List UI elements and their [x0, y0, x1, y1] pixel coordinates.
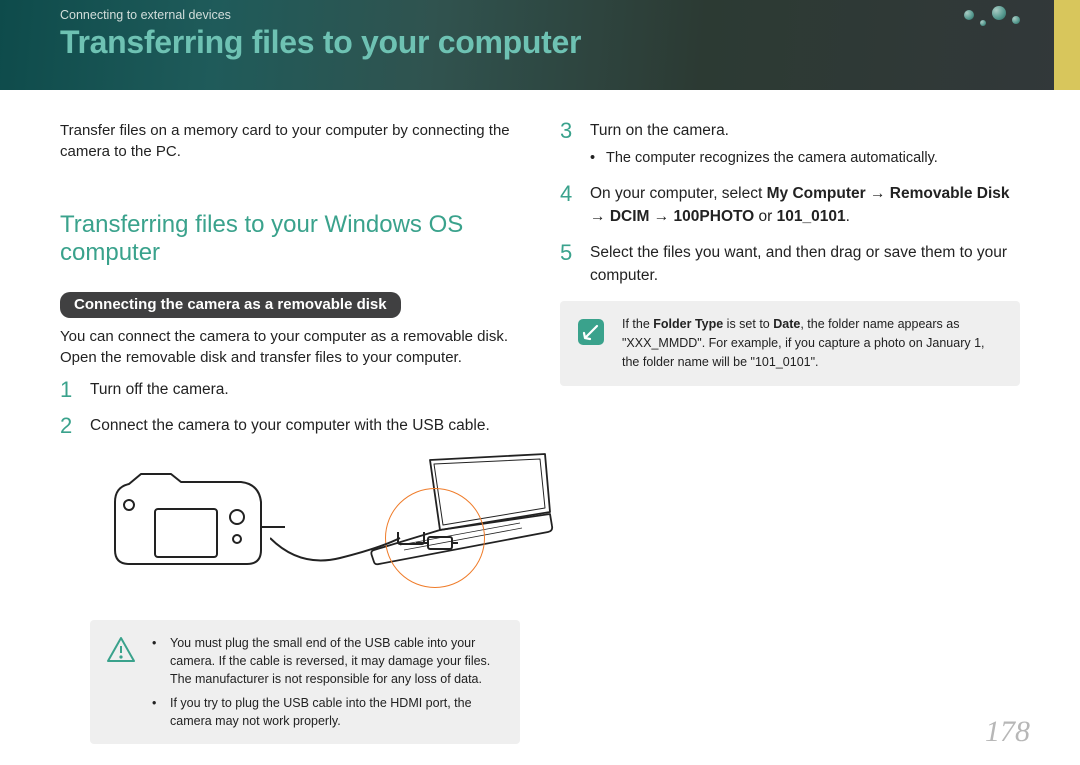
step-2: 2 Connect the camera to your computer wi… [60, 415, 520, 437]
breadcrumb: Connecting to external devices [60, 8, 1020, 22]
step-number: 5 [560, 242, 576, 287]
page-number: 178 [985, 715, 1030, 749]
note-icon [574, 315, 608, 371]
step-text: On your computer, select My Computer → R… [590, 183, 1020, 228]
page-header: Connecting to external devices Transferr… [0, 0, 1080, 90]
step-1: 1 Turn off the camera. [60, 379, 520, 401]
step-number: 3 [560, 120, 576, 169]
warning-text: You must plug the small end of the USB c… [170, 634, 502, 688]
camera-icon [105, 467, 285, 582]
usb-cable-icon [270, 532, 430, 592]
step-number: 4 [560, 183, 576, 228]
sub-bullet-text: The computer recognizes the camera autom… [606, 148, 938, 169]
subsection-pill: Connecting the camera as a removable dis… [60, 292, 401, 318]
step-5: 5 Select the files you want, and then dr… [560, 242, 1020, 287]
note-callout: If the Folder Type is set to Date, the f… [560, 301, 1020, 385]
step-text: Select the files you want, and then drag… [590, 242, 1020, 287]
step-number: 2 [60, 415, 76, 437]
step-text: Turn on the camera. [590, 122, 729, 139]
right-column: 3 Turn on the camera. • The computer rec… [560, 120, 1020, 758]
warning-item: •If you try to plug the USB cable into t… [152, 694, 502, 730]
step-text: Turn off the camera. [90, 379, 229, 401]
note-text: If the Folder Type is set to Date, the f… [622, 315, 1002, 371]
intro-text: Transfer files on a memory card to your … [60, 120, 520, 163]
warning-callout: •You must plug the small end of the USB … [90, 620, 520, 745]
pill-description: You can connect the camera to your compu… [60, 326, 520, 369]
caution-icon [104, 634, 138, 731]
step-3: 3 Turn on the camera. • The computer rec… [560, 120, 1020, 169]
content-area: Transfer files on a memory card to your … [0, 90, 1080, 758]
decorative-dots [964, 10, 1020, 26]
page-title: Transferring files to your computer [60, 24, 1020, 61]
left-column: Transfer files on a memory card to your … [60, 120, 520, 758]
step-text: Connect the camera to your computer with… [90, 415, 490, 437]
warning-text: If you try to plug the USB cable into th… [170, 694, 502, 730]
usb-connection-illustration [90, 452, 520, 602]
step-number: 1 [60, 379, 76, 401]
warning-item: •You must plug the small end of the USB … [152, 634, 502, 688]
section-title: Transferring files to your Windows OS co… [60, 211, 520, 269]
step-sub-bullet: • The computer recognizes the camera aut… [590, 148, 938, 169]
step-4: 4 On your computer, select My Computer →… [560, 183, 1020, 228]
